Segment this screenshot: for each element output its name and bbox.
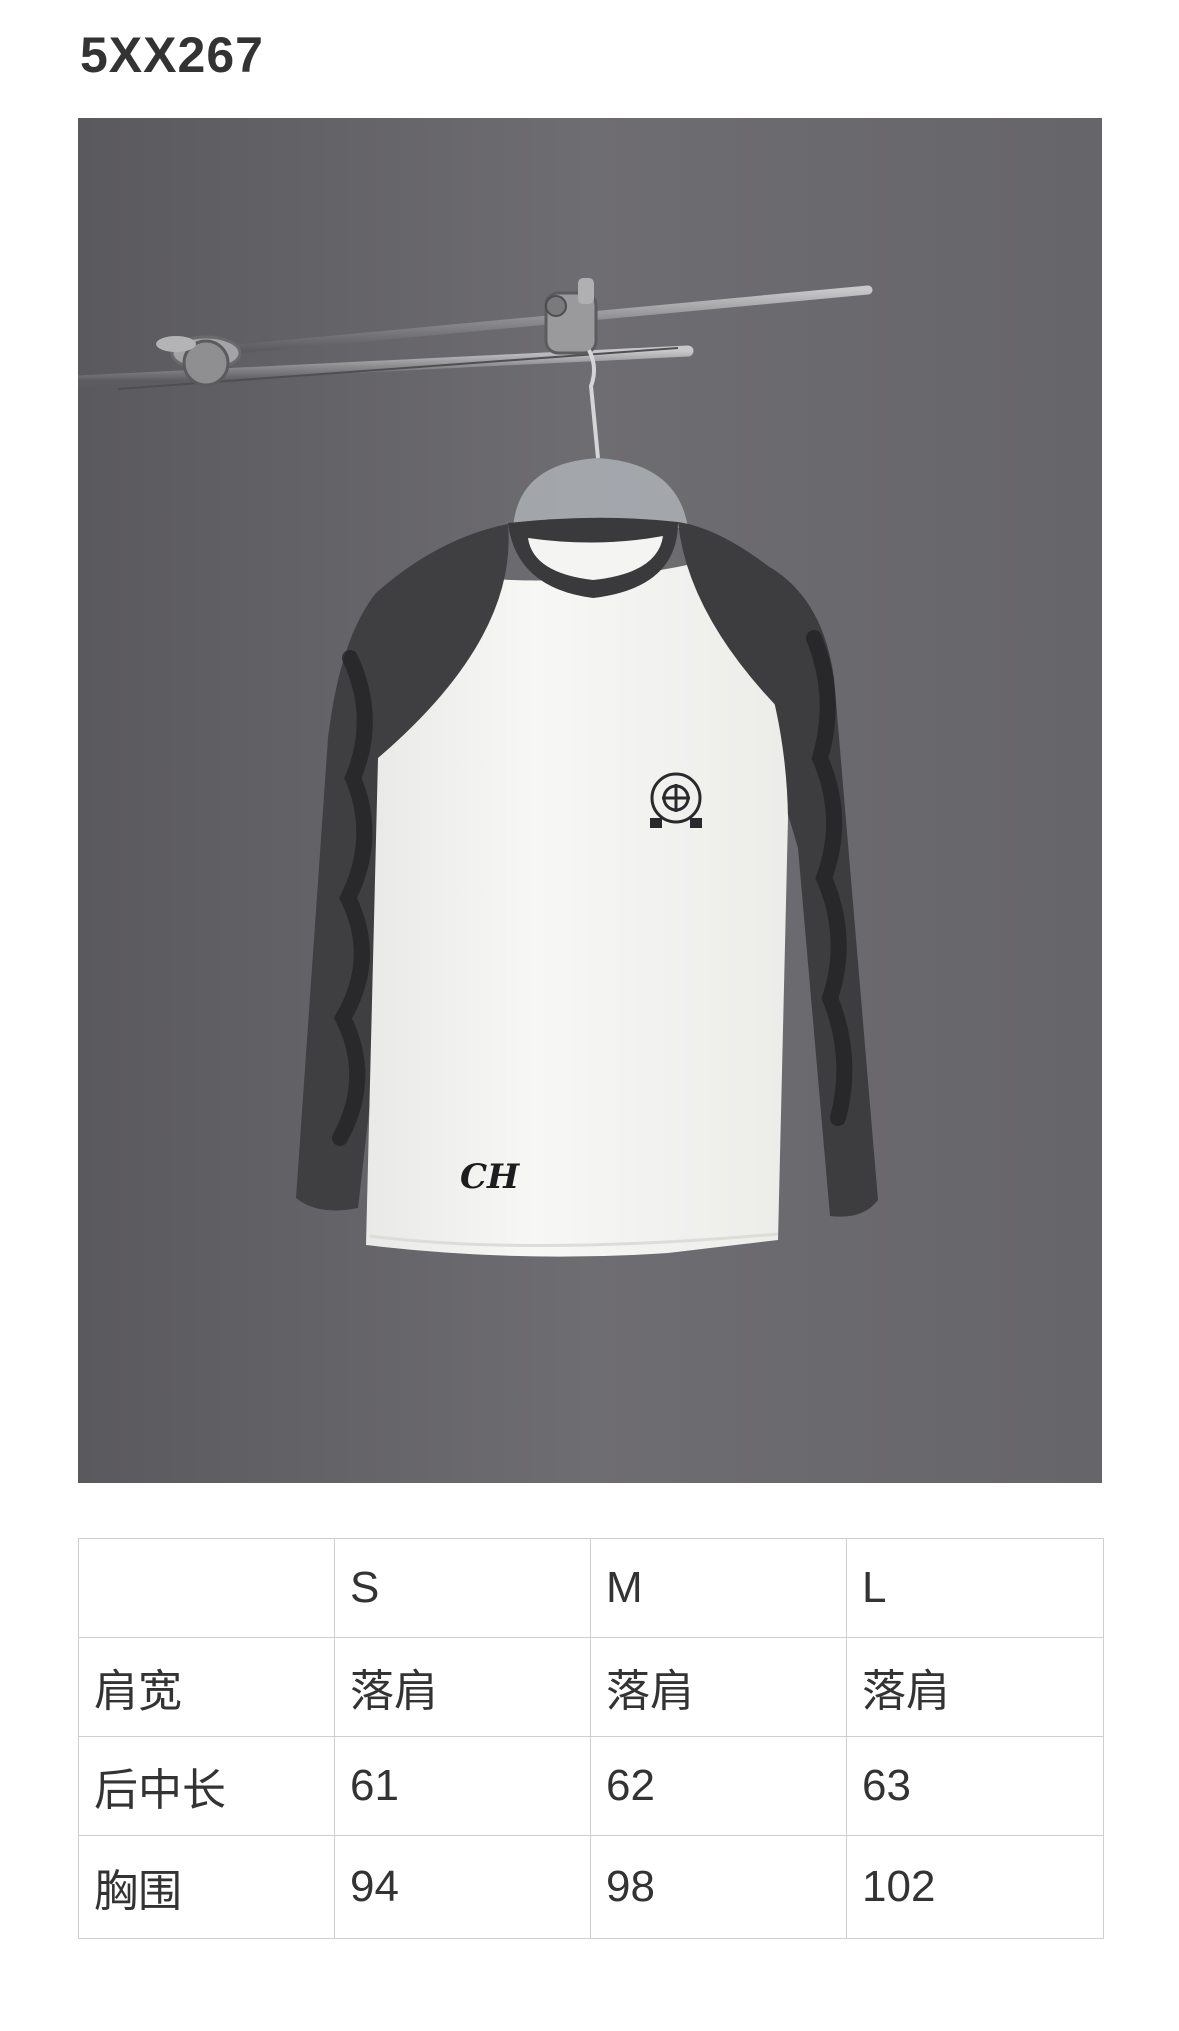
header-cell-size-m: M [590, 1538, 847, 1638]
table-row: 后中长 61 62 63 [78, 1736, 1104, 1836]
table-cell: 落肩 [590, 1637, 847, 1737]
product-photo: CH [78, 118, 1102, 1483]
header-cell-size-l: L [846, 1538, 1104, 1638]
table-cell: 61 [334, 1736, 591, 1836]
row-label: 后中长 [78, 1736, 335, 1836]
table-cell: 63 [846, 1736, 1104, 1836]
table-cell: 落肩 [334, 1637, 591, 1737]
header-cell-size-s: S [334, 1538, 591, 1638]
header-cell-empty [78, 1538, 335, 1638]
row-label: 胸围 [78, 1835, 335, 1939]
product-code: 5XX267 [80, 27, 264, 83]
table-cell: 落肩 [846, 1637, 1104, 1737]
size-table: S M L 肩宽 落肩 落肩 落肩 后中长 61 62 63 胸围 94 98 … [78, 1538, 1104, 1939]
table-row: 胸围 94 98 102 [78, 1835, 1104, 1939]
hem-logo: CH [460, 1157, 521, 1197]
table-row: 肩宽 落肩 落肩 落肩 [78, 1637, 1104, 1737]
table-cell: 62 [590, 1736, 847, 1836]
row-label: 肩宽 [78, 1637, 335, 1737]
table-header-row: S M L [78, 1538, 1104, 1638]
table-cell: 94 [334, 1835, 591, 1939]
table-cell: 102 [846, 1835, 1104, 1939]
table-cell: 98 [590, 1835, 847, 1939]
